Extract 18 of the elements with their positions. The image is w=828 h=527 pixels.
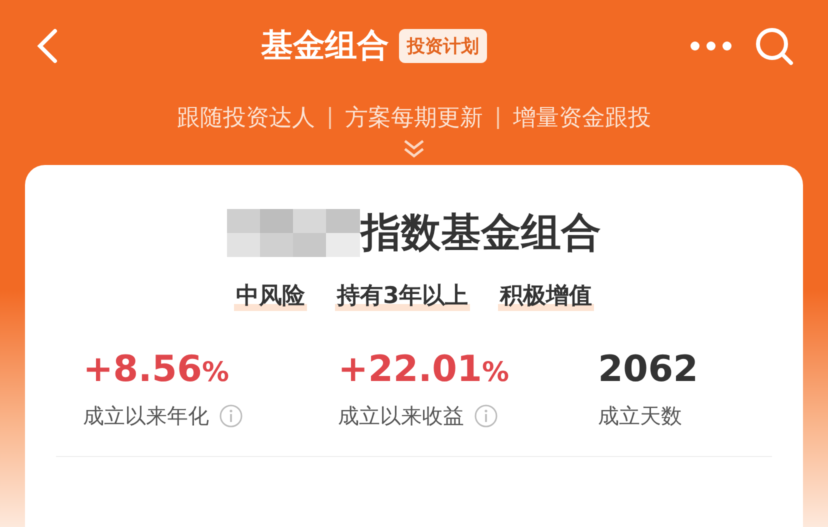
- stat-value: 2062: [598, 349, 700, 390]
- stat-label: 成立以来年化: [83, 403, 209, 430]
- page-title: 基金组合: [261, 25, 389, 66]
- info-icon[interactable]: [219, 404, 243, 428]
- tagline: 增量资金跟投: [513, 104, 651, 133]
- stat-label: 成立天数: [598, 403, 682, 430]
- stat-value: +22.01%: [338, 349, 510, 390]
- stat-value: +8.56%: [83, 349, 230, 390]
- portfolio-title: 指数基金组合: [361, 209, 601, 258]
- back-icon[interactable]: [36, 28, 58, 64]
- tagline: 跟随投资达人: [177, 104, 315, 133]
- tagline: 方案每期更新: [345, 104, 483, 133]
- info-icon[interactable]: [474, 404, 498, 428]
- stat-label: 成立以来收益: [338, 403, 464, 430]
- more-icon[interactable]: [690, 41, 732, 51]
- plan-badge: 投资计划: [399, 29, 487, 63]
- expand-chevron-icon[interactable]: [403, 139, 425, 159]
- search-icon[interactable]: [754, 26, 794, 66]
